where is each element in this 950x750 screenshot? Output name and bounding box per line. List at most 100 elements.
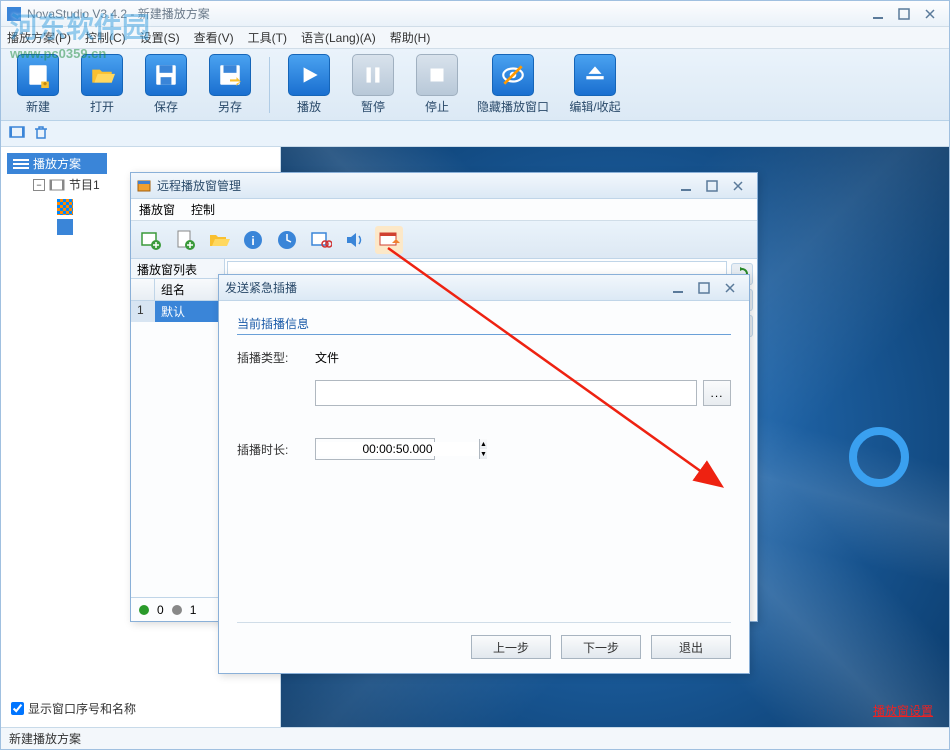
remote-maximize-button[interactable]	[699, 177, 725, 195]
menu-settings[interactable]: 设置(S)	[140, 29, 180, 46]
browse-button[interactable]: ...	[703, 380, 731, 406]
remote-toolbar: i	[131, 221, 757, 259]
play-button[interactable]: 播放	[280, 53, 338, 117]
info-icon[interactable]: i	[239, 226, 267, 254]
show-window-checkbox-row[interactable]: 显示窗口序号和名称	[7, 696, 274, 721]
remote-menu-bar: 播放窗 控制	[131, 199, 757, 221]
insert-duration-label: 插播时长:	[237, 441, 315, 458]
insert-minimize-button[interactable]	[665, 279, 691, 297]
duration-input[interactable]	[316, 442, 479, 456]
window-icon	[137, 179, 151, 193]
pause-icon	[352, 54, 394, 96]
menu-view[interactable]: 查看(V)	[194, 29, 234, 46]
status-bar: 新建播放方案	[1, 727, 949, 749]
open-button[interactable]: 打开	[73, 53, 131, 117]
collapse-box-icon[interactable]: −	[33, 179, 45, 191]
edit-collapse-button[interactable]: 编辑/收起	[560, 53, 630, 117]
cut-window-icon[interactable]	[307, 226, 335, 254]
collapse-icon	[574, 54, 616, 96]
insert-maximize-button[interactable]	[691, 279, 717, 297]
col-group[interactable]: 组名	[155, 279, 224, 300]
main-title-bar: NovaStudio V3.4.2 - 新建播放方案	[1, 1, 949, 27]
prev-button[interactable]: 上一步	[471, 635, 551, 659]
send-emergency-insert-dialog: 发送紧急插播 当前插播信息 插播类型: 文件 ... 插播时长: ▲▼ 上一步 …	[218, 274, 750, 674]
maximize-button[interactable]	[891, 5, 917, 23]
insert-file-input[interactable]	[315, 380, 697, 406]
playback-window-settings-link[interactable]: 播放窗设置	[873, 702, 933, 719]
eye-hidden-icon	[492, 54, 534, 96]
spin-up-icon[interactable]: ▲	[480, 439, 487, 449]
insert-title: 发送紧急插播	[225, 279, 297, 296]
spin-down-icon[interactable]: ▼	[480, 449, 487, 459]
toolbar-separator	[269, 57, 270, 113]
list-icon	[13, 159, 29, 169]
save-icon	[145, 54, 187, 96]
svg-text:i: i	[251, 234, 254, 248]
window-list-columns: 组名	[131, 279, 224, 301]
new-file-icon	[17, 54, 59, 96]
minimize-button[interactable]	[865, 5, 891, 23]
insert-file-row: ...	[237, 380, 731, 406]
menu-lang[interactable]: 语言(Lang)(A)	[301, 29, 376, 46]
sub-toolbar	[1, 121, 949, 147]
menu-control[interactable]: 控制(C)	[85, 29, 126, 46]
remote-menu-control[interactable]: 控制	[191, 201, 215, 218]
next-button[interactable]: 下一步	[561, 635, 641, 659]
insert-title-bar: 发送紧急插播	[219, 275, 749, 301]
play-icon	[288, 54, 330, 96]
delete-icon[interactable]	[33, 124, 49, 143]
offline-dot-icon	[172, 605, 182, 615]
menu-help[interactable]: 帮助(H)	[390, 29, 431, 46]
remote-status-row: 0 1	[131, 597, 224, 621]
film-strip-icon	[49, 177, 65, 193]
broadcast-list-icon[interactable]	[375, 226, 403, 254]
insert-type-row: 插播类型: 文件	[237, 349, 731, 366]
insert-dialog-body: 当前插播信息 插播类型: 文件 ... 插播时长: ▲▼ 上一步 下一步 退出	[219, 301, 749, 673]
stop-icon	[416, 54, 458, 96]
add-window-icon[interactable]	[137, 226, 165, 254]
app-title: NovaStudio V3.4.2 - 新建播放方案	[27, 5, 210, 22]
folder-open-icon	[81, 54, 123, 96]
insert-close-button[interactable]	[717, 279, 743, 297]
tree-root-item[interactable]: 播放方案	[7, 153, 107, 174]
new-button[interactable]: 新建	[9, 53, 67, 117]
remote-minimize-button[interactable]	[673, 177, 699, 195]
remote-title: 远程播放窗管理	[157, 177, 241, 194]
remote-menu-window[interactable]: 播放窗	[139, 201, 175, 218]
grid-icon	[57, 199, 73, 215]
main-toolbar: 新建 打开 保存 另存 播放 暂停 停止 隐藏播放窗口	[1, 49, 949, 121]
preview-logo-ring	[849, 427, 909, 487]
volume-icon[interactable]	[341, 226, 369, 254]
insert-duration-row: 插播时长: ▲▼	[237, 438, 731, 460]
remote-close-button[interactable]	[725, 177, 751, 195]
remote-title-bar: 远程播放窗管理	[131, 173, 757, 199]
exit-button[interactable]: 退出	[651, 635, 731, 659]
add-document-icon[interactable]	[171, 226, 199, 254]
window-list-row[interactable]: 1 默认	[131, 301, 224, 322]
insert-type-value: 文件	[315, 349, 339, 366]
window-list-header: 播放窗列表	[131, 259, 224, 279]
stop-button[interactable]: 停止	[408, 53, 466, 117]
insert-type-label: 插播类型:	[237, 349, 315, 366]
remote-window-list-panel: 播放窗列表 组名 1 默认 0 1	[131, 259, 225, 621]
film-icon[interactable]	[9, 124, 25, 143]
menu-playplan[interactable]: 播放方案(P)	[7, 29, 71, 46]
menu-tools[interactable]: 工具(T)	[248, 29, 287, 46]
show-window-checkbox[interactable]	[11, 702, 24, 715]
clock-icon[interactable]	[273, 226, 301, 254]
spinner-buttons[interactable]: ▲▼	[479, 439, 487, 459]
pause-button[interactable]: 暂停	[344, 53, 402, 117]
duration-spinner[interactable]: ▲▼	[315, 438, 435, 460]
main-menu-bar: 播放方案(P) 控制(C) 设置(S) 查看(V) 工具(T) 语言(Lang)…	[1, 27, 949, 49]
col-number[interactable]	[131, 279, 155, 300]
save-as-icon	[209, 54, 251, 96]
hide-window-button[interactable]: 隐藏播放窗口	[472, 53, 554, 117]
online-dot-icon	[139, 605, 149, 615]
status-text: 新建播放方案	[9, 730, 81, 747]
insert-section-title: 当前插播信息	[237, 315, 731, 335]
save-button[interactable]: 保存	[137, 53, 195, 117]
saveas-button[interactable]: 另存	[201, 53, 259, 117]
open-folder-icon[interactable]	[205, 226, 233, 254]
close-button[interactable]	[917, 5, 943, 23]
picture-icon	[57, 219, 73, 235]
